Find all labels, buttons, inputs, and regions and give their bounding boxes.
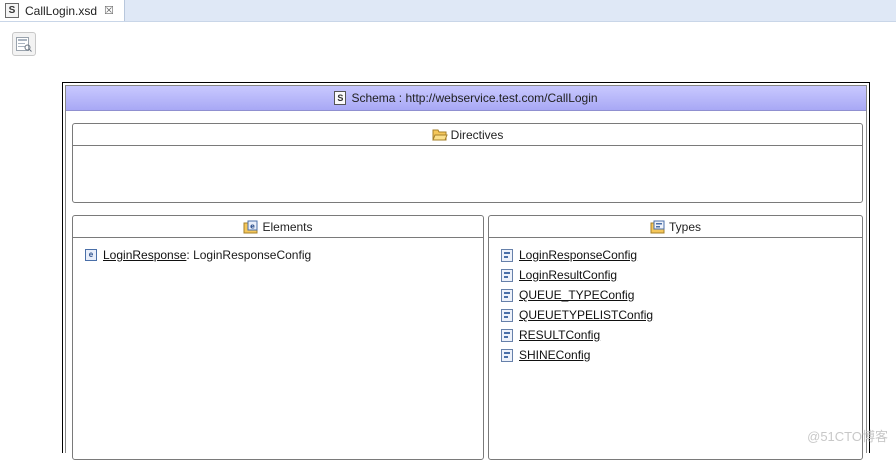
- schema-icon: S: [334, 91, 347, 105]
- element-icon: e: [85, 249, 97, 261]
- types-list: LoginResponseConfig LoginResultConfig QU…: [489, 238, 862, 365]
- list-item[interactable]: RESULTConfig: [501, 325, 862, 345]
- type-link[interactable]: QUEUE_TYPEConfig: [519, 288, 634, 302]
- type-link[interactable]: LoginResultConfig: [519, 268, 617, 282]
- editor-tab-bar: S CallLogin.xsd ☒: [0, 0, 896, 22]
- show-properties-button[interactable]: [12, 32, 36, 56]
- tab-label: CallLogin.xsd: [25, 3, 98, 18]
- schema-title: Schema : http://webservice.test.com/Call…: [351, 91, 598, 105]
- close-icon[interactable]: ☒: [104, 4, 114, 17]
- type-link[interactable]: RESULTConfig: [519, 328, 600, 342]
- types-folder-icon: [650, 220, 665, 233]
- element-type: : LoginResponseConfig: [186, 248, 312, 262]
- complex-type-icon: [501, 308, 513, 322]
- elements-folder-icon: e: [243, 220, 258, 233]
- directives-panel[interactable]: Directives: [72, 123, 863, 203]
- watermark: @51CTO博客: [807, 429, 888, 444]
- schema-header: S Schema : http://webservice.test.com/Ca…: [66, 86, 866, 111]
- list-item[interactable]: LoginResultConfig: [501, 265, 862, 285]
- list-item[interactable]: e LoginResponse : LoginResponseConfig: [85, 245, 483, 265]
- list-item[interactable]: QUEUE_TYPEConfig: [501, 285, 862, 305]
- elements-header: e Elements: [73, 216, 483, 238]
- directives-header: Directives: [73, 124, 862, 146]
- complex-type-icon: [501, 268, 513, 282]
- directives-title: Directives: [450, 127, 504, 142]
- elements-title: Elements: [262, 219, 313, 234]
- properties-icon: [16, 36, 32, 52]
- list-item[interactable]: QUEUETYPELISTConfig: [501, 305, 862, 325]
- types-header: Types: [489, 216, 862, 238]
- complex-type-icon: [501, 328, 513, 342]
- types-title: Types: [668, 219, 701, 234]
- xsd-file-icon: S: [5, 3, 19, 18]
- folder-icon: [431, 129, 448, 141]
- elements-list: e LoginResponse : LoginResponseConfig: [73, 238, 483, 265]
- tab-calllogin-xsd[interactable]: S CallLogin.xsd ☒: [0, 0, 125, 21]
- svg-text:e: e: [251, 222, 256, 230]
- list-item[interactable]: SHINEConfig: [501, 345, 862, 365]
- list-item[interactable]: LoginResponseConfig: [501, 245, 862, 265]
- complex-type-icon: [501, 348, 513, 362]
- complex-type-icon: [501, 288, 513, 302]
- complex-type-icon: [501, 248, 513, 262]
- type-link[interactable]: SHINEConfig: [519, 348, 590, 362]
- elements-panel[interactable]: e Elements e LoginResponse : LoginRespon…: [72, 215, 484, 460]
- element-name-link[interactable]: LoginResponse: [103, 248, 186, 262]
- type-link[interactable]: QUEUETYPELISTConfig: [519, 308, 653, 322]
- type-link[interactable]: LoginResponseConfig: [519, 248, 637, 262]
- types-panel[interactable]: Types LoginResponseConfig LoginResultCon…: [488, 215, 863, 460]
